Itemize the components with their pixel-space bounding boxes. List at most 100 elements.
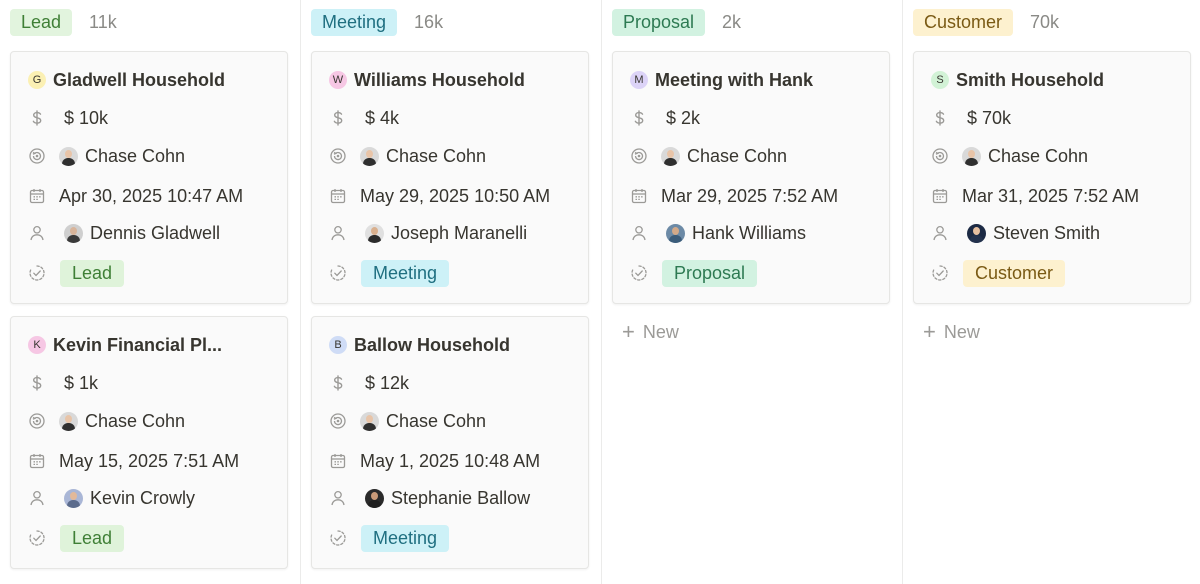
kanban-board: Lead 11k G Gladwell Household $ 10k Chase C…: [0, 0, 1200, 584]
person-icon: [28, 224, 46, 242]
contact-row: Hank Williams: [630, 220, 806, 246]
card-title-text: Gladwell Household: [53, 69, 226, 90]
new-card-button[interactable]: + New: [923, 320, 980, 344]
calendar-icon: [329, 452, 347, 470]
owner-row: Chase Cohn: [28, 143, 185, 169]
contact-row: Steven Smith: [931, 220, 1100, 246]
card-title-text: Kevin Financial Pl...: [53, 334, 223, 355]
status-row: Meeting: [329, 524, 450, 552]
amount-row: $ 2k: [630, 105, 700, 131]
calendar-icon: [28, 452, 46, 470]
card-title-text: Smith Household: [956, 69, 1104, 90]
date-row: Apr 30, 2025 10:47 AM: [28, 183, 243, 209]
deal-card[interactable]: S Smith Household $ 70k Chase Cohn Mar 31, 2…: [913, 51, 1191, 304]
date-row: Mar 31, 2025 7:52 AM: [931, 183, 1139, 209]
calendar-icon: [931, 187, 949, 205]
owner-name: Chase Cohn: [85, 145, 186, 166]
avatar: [661, 146, 680, 166]
owner-row: Chase Cohn: [630, 143, 787, 169]
contact-name: Steven Smith: [993, 222, 1101, 243]
contact-row: Dennis Gladwell: [28, 220, 220, 246]
contact-name: Dennis Gladwell: [90, 222, 221, 243]
amount-value: $ 4k: [365, 107, 400, 128]
status-row: Customer: [931, 259, 1066, 287]
column-header: Meeting 16k: [311, 9, 443, 36]
dollar-icon: [329, 374, 347, 392]
contact-name: Joseph Maranelli: [391, 222, 528, 243]
amount-row: $ 12k: [329, 370, 409, 396]
avatar: [59, 146, 78, 166]
avatar: [360, 411, 379, 431]
amount-value: $ 10k: [64, 107, 109, 128]
status-check-icon: [28, 529, 46, 547]
owner-row: Chase Cohn: [28, 408, 185, 434]
dollar-icon: [931, 109, 949, 127]
avatar: [360, 146, 379, 166]
column-header: Customer 70k: [913, 9, 1059, 36]
person-icon: [28, 489, 46, 507]
calendar-icon: [28, 187, 46, 205]
plus-icon: +: [923, 319, 936, 344]
column-count: 11k: [89, 12, 117, 32]
status-badge[interactable]: Customer: [963, 259, 1066, 287]
dollar-icon: [28, 109, 46, 127]
amount-row: $ 1k: [28, 370, 98, 396]
owner-name: Chase Cohn: [386, 410, 487, 431]
owner-row: Chase Cohn: [329, 143, 486, 169]
amount-value: $ 70k: [967, 107, 1012, 128]
status-badge[interactable]: Lead: [60, 524, 125, 552]
owner-name: Chase Cohn: [988, 145, 1089, 166]
date-value: May 1, 2025 10:48 AM: [360, 450, 541, 471]
column-header: Lead 11k: [10, 9, 117, 36]
deal-card[interactable]: M Meeting with Hank $ 2k Chase Cohn Mar 29, …: [612, 51, 890, 304]
deal-card[interactable]: K Kevin Financial Pl... $ 1k Chase Cohn May …: [10, 316, 288, 569]
contact-name: Hank Williams: [692, 222, 807, 243]
date-value: Mar 31, 2025 7:52 AM: [962, 185, 1140, 206]
date-row: May 29, 2025 10:50 AM: [329, 183, 550, 209]
new-card-button[interactable]: + New: [622, 320, 679, 344]
contact-row: Kevin Crowly: [28, 485, 195, 511]
status-check-icon: [28, 264, 46, 282]
card-title-text: Williams Household: [354, 69, 525, 90]
owner-name: Chase Cohn: [85, 410, 186, 431]
owner-name: Chase Cohn: [687, 145, 788, 166]
stage-pill[interactable]: Customer: [913, 9, 1014, 36]
card-title-text: Meeting with Hank: [655, 69, 814, 90]
title-initial-badge: S: [931, 71, 949, 89]
date-row: Mar 29, 2025 7:52 AM: [630, 183, 838, 209]
column-proposal: Proposal 2k M Meeting with Hank $ 2k Chase …: [602, 0, 902, 584]
person-icon: [329, 224, 347, 242]
title-initial-badge: G: [28, 71, 46, 89]
card-title: S Smith Household: [931, 68, 1104, 92]
owner-icon: [329, 147, 347, 165]
avatar: [365, 488, 384, 508]
status-badge[interactable]: Meeting: [361, 259, 450, 287]
status-row: Lead: [28, 524, 125, 552]
status-badge[interactable]: Lead: [60, 259, 125, 287]
amount-value: $ 1k: [64, 372, 99, 393]
status-check-icon: [329, 264, 347, 282]
status-badge[interactable]: Meeting: [361, 524, 450, 552]
stage-pill[interactable]: Meeting: [311, 9, 398, 36]
stage-pill[interactable]: Proposal: [612, 9, 706, 36]
column-count: 2k: [722, 12, 742, 32]
stage-pill[interactable]: Lead: [10, 9, 73, 36]
date-row: May 15, 2025 7:51 AM: [28, 448, 239, 474]
deal-card[interactable]: W Williams Household $ 4k Chase Cohn May 29,…: [311, 51, 589, 304]
person-icon: [630, 224, 648, 242]
owner-icon: [630, 147, 648, 165]
avatar: [666, 223, 685, 243]
contact-row: Joseph Maranelli: [329, 220, 527, 246]
deal-card[interactable]: B Ballow Household $ 12k Chase Cohn May 1, 2…: [311, 316, 589, 569]
calendar-icon: [329, 187, 347, 205]
column-meeting: Meeting 16k W Williams Household $ 4k Chase…: [301, 0, 601, 584]
deal-card[interactable]: G Gladwell Household $ 10k Chase Cohn Apr 30…: [10, 51, 288, 304]
dollar-icon: [28, 374, 46, 392]
contact-name: Kevin Crowly: [90, 487, 196, 508]
owner-icon: [28, 147, 46, 165]
status-badge[interactable]: Proposal: [662, 259, 758, 287]
amount-value: $ 12k: [365, 372, 410, 393]
amount-row: $ 4k: [329, 105, 399, 131]
column-count: 16k: [414, 12, 444, 32]
card-title: W Williams Household: [329, 68, 525, 92]
